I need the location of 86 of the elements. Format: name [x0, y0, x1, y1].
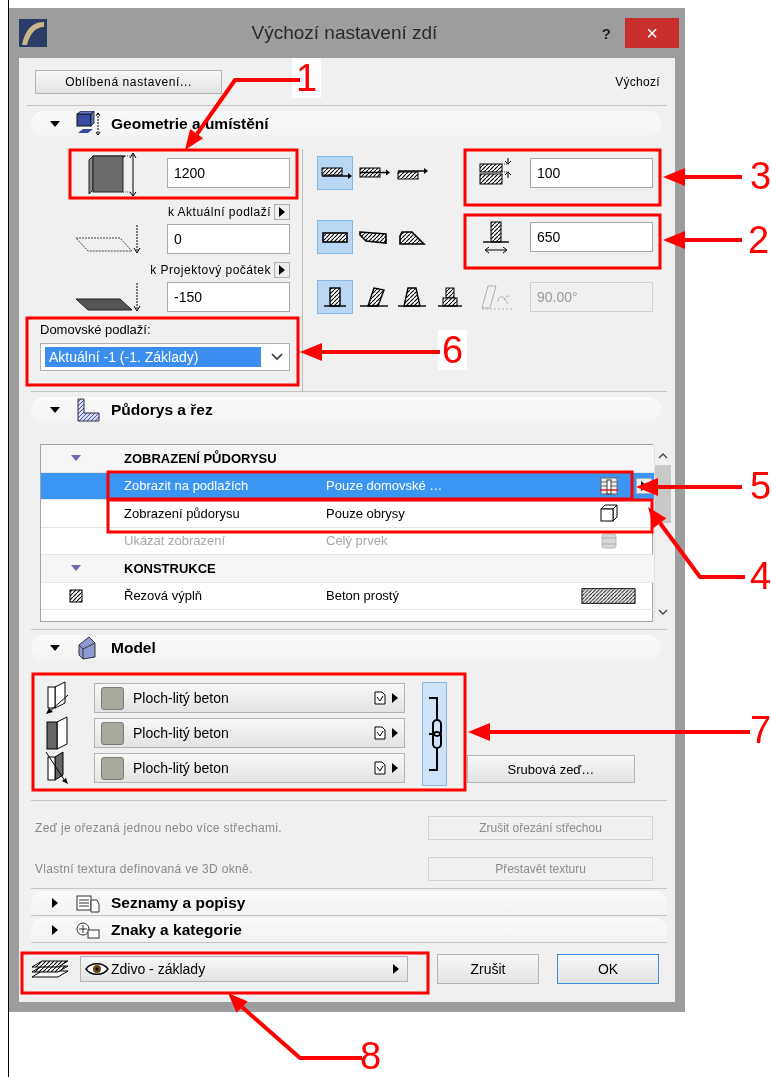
chain-icon	[426, 694, 443, 774]
section-header[interactable]: Půdorys a řez	[31, 397, 661, 423]
surface-button[interactable]: Ploch-litý beton	[94, 753, 405, 783]
toggle-button[interactable]	[317, 280, 353, 314]
angle-icon	[478, 282, 514, 312]
chevron-down-icon	[271, 353, 283, 361]
group-title: KONSTRUKCE	[124, 560, 217, 576]
number-field[interactable]: 1200	[167, 158, 290, 188]
favorites-button[interactable]: Oblíbená nastavení...	[35, 69, 222, 94]
section-title: Seznamy a popisy	[111, 894, 246, 912]
play-icon	[392, 728, 398, 738]
ok-button[interactable]: OK	[557, 954, 659, 984]
bottom-plane-icon	[75, 282, 141, 312]
section-header[interactable]: Seznamy a popisy	[31, 891, 667, 916]
property-label: Zobrazení půdorysu	[124, 505, 241, 521]
cube-icon	[597, 503, 620, 524]
section-title: Znaky a kategorie	[111, 921, 242, 939]
wall-box-icon	[75, 111, 101, 137]
property-value: Celý prvek	[326, 533, 389, 549]
layers-icon	[30, 957, 70, 981]
top-plane-icon	[75, 224, 141, 254]
play-icon	[278, 207, 286, 217]
surface-name: Ploch-litý beton	[133, 725, 229, 741]
preset-label: Výchozí	[615, 74, 660, 89]
document-icon	[374, 691, 386, 705]
cancel-button[interactable]: Zrušit	[437, 954, 539, 984]
play-icon	[392, 693, 398, 703]
hatched-corner-icon	[75, 397, 101, 423]
callout-number: 1	[292, 58, 322, 98]
table-row[interactable]: Řezová výplň Beton prostý	[41, 582, 654, 610]
document-icon	[374, 726, 386, 740]
log-wall-button[interactable]: Srubová zeď…	[467, 755, 635, 783]
scroll-down-icon	[658, 609, 668, 615]
field-label: Domovské podlaží:	[40, 323, 151, 337]
story-range-icon	[597, 475, 620, 496]
section-header[interactable]: Model	[31, 635, 661, 661]
property-value: Pouze obrysy	[326, 505, 406, 521]
document-icon	[374, 761, 386, 775]
property-value: Pouze domovské …	[326, 478, 444, 494]
window-title: Výchozí nastavení zdí	[250, 22, 439, 44]
property-value: Beton prostý	[326, 588, 400, 604]
dropdown-value: Zdivo - základy	[111, 961, 206, 977]
hatch-icon	[68, 588, 83, 603]
link-label: k Projektový počátek	[150, 263, 271, 277]
number-field[interactable]: -150	[167, 282, 290, 312]
link-label: k Aktuální podlaží	[167, 205, 271, 219]
callout-number: 6	[438, 330, 468, 370]
group-title: ZOBRAZENÍ PŮDORYSU	[124, 450, 278, 466]
section-header[interactable]: Geometrie a umístění	[31, 111, 661, 137]
section-title: Geometrie a umístění	[111, 115, 269, 133]
scroll-up-icon	[658, 453, 668, 459]
play-icon	[392, 763, 398, 773]
wall-side-icon	[45, 716, 69, 750]
property-label: Řezová výplň	[124, 588, 204, 604]
toggle-button[interactable]	[317, 156, 353, 190]
table-row[interactable]: Zobrazení půdorysu Pouze obrysy	[41, 500, 654, 528]
surface-button[interactable]: Ploch-litý beton	[94, 718, 405, 748]
help-button[interactable]: ?	[601, 24, 611, 42]
number-field[interactable]: 0	[167, 224, 290, 254]
play-icon	[278, 265, 286, 275]
property-label: Ukázat zobrazení	[124, 533, 227, 549]
note-text: Vlastní textura definovaná ve 3D okně.	[34, 861, 253, 876]
number-field[interactable]: 650	[530, 222, 653, 252]
arrow-button[interactable]	[274, 204, 290, 220]
caret-icon	[393, 964, 399, 974]
layer-dropdown[interactable]: Zdivo - základy	[80, 956, 408, 982]
wall-side-icon	[45, 681, 69, 715]
wall-side-icon	[45, 751, 69, 785]
app-logo-icon	[19, 19, 47, 47]
link-button[interactable]	[422, 682, 447, 786]
note-text: Zeď je ořezaná jednou nebo více střechami.	[34, 820, 282, 835]
surface-name: Ploch-litý beton	[133, 690, 229, 706]
eye-icon	[85, 962, 109, 976]
dropdown-value: Aktuální -1 (-1. Základy)	[45, 347, 261, 367]
section-header[interactable]: Znaky a kategorie	[31, 918, 667, 943]
toggle-button[interactable]	[317, 220, 353, 254]
surface-name: Ploch-litý beton	[133, 760, 229, 776]
thickness-icon	[478, 158, 514, 188]
section-title: Model	[111, 639, 156, 657]
surface-button[interactable]: Ploch-litý beton	[94, 683, 405, 713]
arrow-button[interactable]	[274, 262, 290, 278]
property-label: Zobrazit na podlažích	[124, 478, 250, 494]
block-height-icon	[85, 150, 137, 196]
section-title: Půdorys a řez	[111, 401, 213, 419]
number-field[interactable]: 100	[530, 158, 653, 188]
close-button[interactable]: ×	[625, 18, 679, 48]
